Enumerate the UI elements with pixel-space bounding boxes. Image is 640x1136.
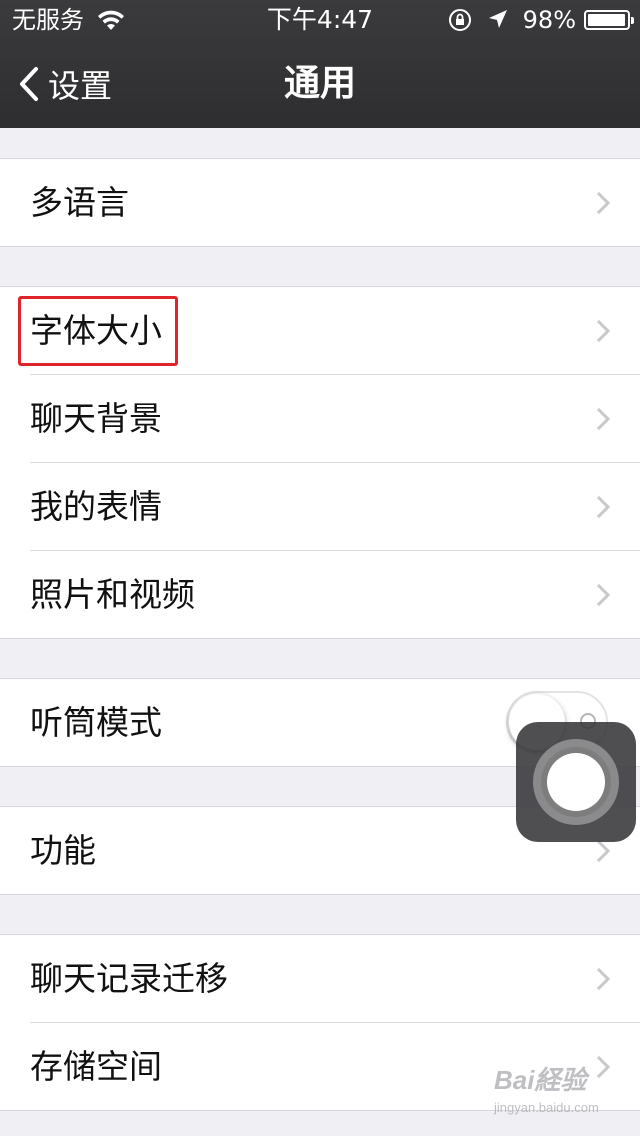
- location-arrow-icon: [488, 10, 507, 28]
- chevron-right-icon: [596, 967, 610, 991]
- cell-label: 多语言: [30, 183, 129, 222]
- cell-label: 聊天背景: [30, 399, 162, 438]
- cell-label: 聊天记录迁移: [30, 959, 228, 998]
- cell-label: 字体大小: [30, 311, 162, 350]
- cell-chat-background[interactable]: 聊天背景: [30, 374, 640, 462]
- header-bar: 无服务 下午4:47 98% 设置 通用: [0, 0, 640, 128]
- cell-label: 我的表情: [30, 487, 162, 526]
- chevron-right-icon: [596, 495, 610, 519]
- orientation-lock-icon: [448, 9, 471, 31]
- cell-label: 功能: [30, 831, 96, 870]
- page-title: 通用: [283, 63, 356, 104]
- watermark-url: jingyan.baidu.com: [494, 1100, 599, 1115]
- status-bar: 无服务 下午4:47 98%: [0, 0, 640, 40]
- battery-percent: 98%: [522, 6, 576, 34]
- cell-label: 照片和视频: [30, 575, 195, 614]
- chevron-right-icon: [596, 407, 610, 431]
- cell-photos-videos[interactable]: 照片和视频: [30, 550, 640, 638]
- cell-my-stickers[interactable]: 我的表情: [30, 462, 640, 550]
- cell-chat-history-migration[interactable]: 聊天记录迁移: [0, 935, 640, 1022]
- cell-label: 听筒模式: [30, 703, 162, 742]
- watermark: Bai経验 jingyan.baidu.com: [494, 1060, 634, 1124]
- chevron-right-icon: [596, 319, 610, 343]
- watermark-logo-text: Bai経验: [494, 1065, 587, 1095]
- settings-group-display: 字体大小 聊天背景 我的表情 照片和视频: [0, 286, 640, 639]
- battery-icon: [584, 10, 634, 30]
- chevron-right-icon: [596, 191, 610, 215]
- cell-multilanguage[interactable]: 多语言: [0, 159, 640, 246]
- settings-group-language: 多语言: [0, 158, 640, 247]
- battery-level-fill: [588, 14, 626, 26]
- navigation-bar: 设置 通用: [0, 40, 640, 128]
- chevron-right-icon: [596, 839, 610, 863]
- assistive-touch-icon[interactable]: [516, 722, 636, 842]
- cell-label: 存储空间: [30, 1047, 162, 1086]
- chevron-right-icon: [596, 583, 610, 607]
- cell-font-size[interactable]: 字体大小: [0, 287, 640, 374]
